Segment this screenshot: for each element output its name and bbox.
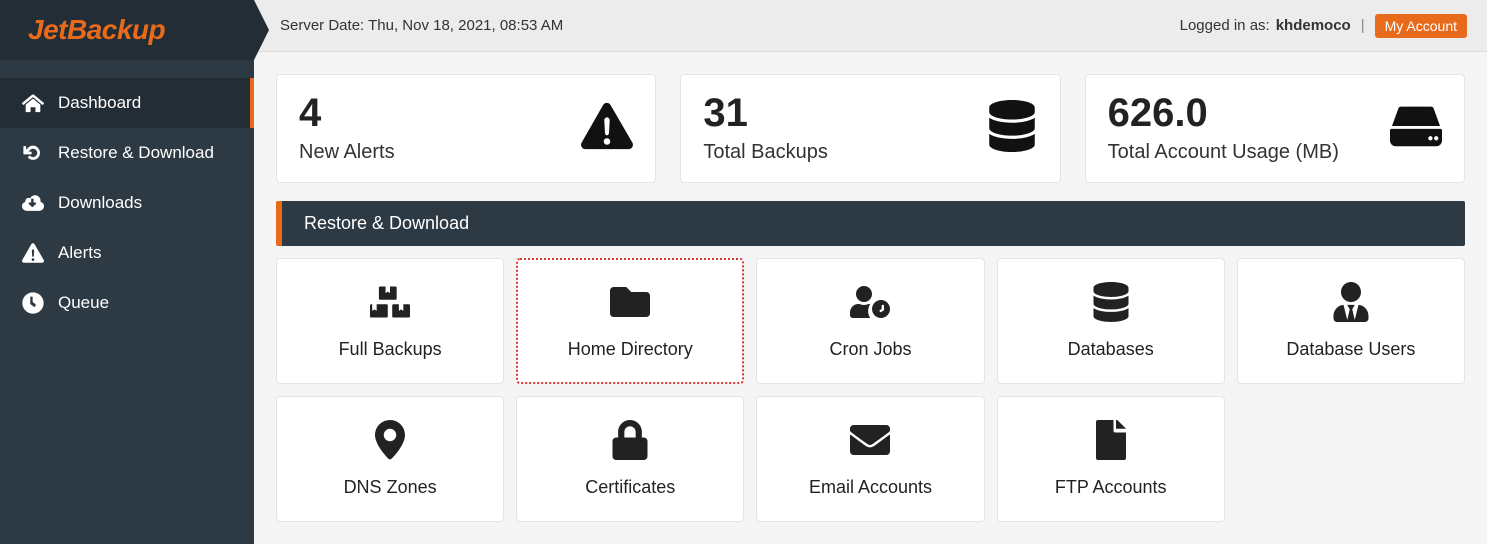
tile-email-accounts[interactable]: Email Accounts bbox=[756, 396, 984, 522]
logged-in-prefix: Logged in as: bbox=[1180, 17, 1270, 34]
sidebar: JetBackup Dashboard Restore & Download D… bbox=[0, 0, 254, 544]
tile-label: Home Directory bbox=[568, 339, 693, 360]
lock-icon bbox=[610, 420, 650, 465]
tile-ftp-accounts[interactable]: FTP Accounts bbox=[997, 396, 1225, 522]
server-date: Server Date: Thu, Nov 18, 2021, 08:53 AM bbox=[280, 17, 563, 34]
map-pin-icon bbox=[370, 420, 410, 465]
alert-icon bbox=[581, 100, 633, 157]
folder-icon bbox=[610, 282, 650, 327]
sidebar-item-label: Queue bbox=[58, 293, 109, 313]
clock-icon bbox=[22, 292, 44, 314]
stat-value: 4 bbox=[299, 93, 395, 133]
tile-dns-zones[interactable]: DNS Zones bbox=[276, 396, 504, 522]
tile-home-directory[interactable]: Home Directory bbox=[516, 258, 744, 384]
sidebar-item-label: Alerts bbox=[58, 243, 101, 263]
separator: | bbox=[1361, 17, 1365, 34]
stat-card-alerts[interactable]: 4 New Alerts bbox=[276, 74, 656, 183]
tile-label: Email Accounts bbox=[809, 477, 932, 498]
tile-label: Certificates bbox=[585, 477, 675, 498]
tile-database-users[interactable]: Database Users bbox=[1237, 258, 1465, 384]
tile-label: Database Users bbox=[1286, 339, 1415, 360]
tile-label: Full Backups bbox=[339, 339, 442, 360]
stat-card-backups[interactable]: 31 Total Backups bbox=[680, 74, 1060, 183]
stat-card-usage[interactable]: 626.0 Total Account Usage (MB) bbox=[1085, 74, 1465, 183]
main-content: Server Date: Thu, Nov 18, 2021, 08:53 AM… bbox=[254, 0, 1487, 544]
disk-icon bbox=[1390, 100, 1442, 157]
stats-row: 4 New Alerts 31 Total Backups 626.0 To bbox=[276, 74, 1465, 183]
tile-label: FTP Accounts bbox=[1055, 477, 1167, 498]
stat-value: 626.0 bbox=[1108, 93, 1339, 133]
sidebar-item-label: Downloads bbox=[58, 193, 142, 213]
stat-label: Total Account Usage (MB) bbox=[1108, 141, 1339, 164]
stat-value: 31 bbox=[703, 93, 828, 133]
tile-label: DNS Zones bbox=[344, 477, 437, 498]
account-area: Logged in as: khdemoco | My Account bbox=[1180, 14, 1467, 38]
tile-databases[interactable]: Databases bbox=[997, 258, 1225, 384]
sidebar-item-label: Dashboard bbox=[58, 93, 141, 113]
user-tie-icon bbox=[1331, 282, 1371, 327]
stat-label: New Alerts bbox=[299, 141, 395, 164]
sidebar-item-queue[interactable]: Queue bbox=[0, 278, 254, 328]
file-icon bbox=[1091, 420, 1131, 465]
username: khdemoco bbox=[1276, 17, 1351, 34]
tile-full-backups[interactable]: Full Backups bbox=[276, 258, 504, 384]
topbar: Server Date: Thu, Nov 18, 2021, 08:53 AM… bbox=[254, 0, 1487, 52]
database-icon bbox=[1091, 282, 1131, 327]
my-account-button[interactable]: My Account bbox=[1375, 14, 1467, 38]
brand-logo: JetBackup bbox=[28, 14, 165, 46]
tile-label: Cron Jobs bbox=[829, 339, 911, 360]
envelope-icon bbox=[850, 420, 890, 465]
tile-label: Databases bbox=[1068, 339, 1154, 360]
tile-grid-row2: DNS Zones Certificates Email Accounts FT… bbox=[276, 396, 1465, 522]
boxes-icon bbox=[370, 282, 410, 327]
database-icon bbox=[986, 100, 1038, 157]
user-clock-icon bbox=[850, 282, 890, 327]
tile-cron-jobs[interactable]: Cron Jobs bbox=[756, 258, 984, 384]
sidebar-item-label: Restore & Download bbox=[58, 143, 214, 163]
sidebar-nav: Dashboard Restore & Download Downloads A… bbox=[0, 60, 254, 328]
section-header-restore: Restore & Download bbox=[276, 201, 1465, 246]
tile-grid: Full Backups Home Directory Cron Jobs Da… bbox=[276, 258, 1465, 384]
stat-label: Total Backups bbox=[703, 141, 828, 164]
tile-certificates[interactable]: Certificates bbox=[516, 396, 744, 522]
